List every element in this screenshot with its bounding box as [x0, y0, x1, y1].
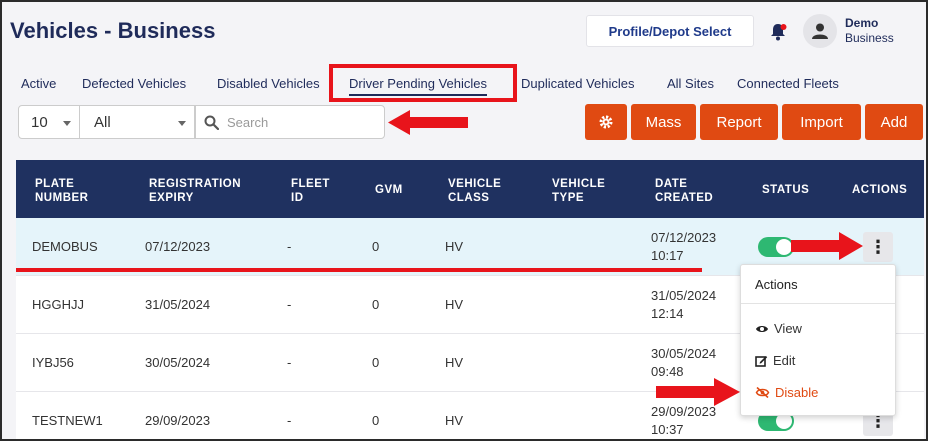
search-input[interactable] [227, 114, 377, 130]
edit-icon [755, 356, 768, 367]
gvm: 0 [372, 413, 380, 428]
user-icon [812, 23, 828, 39]
registration-expiry: 29/09/2023 [145, 413, 211, 428]
col-plate-number[interactable]: PLATE NUMBER [35, 177, 88, 205]
time-created: 10:17 [651, 248, 684, 263]
actions-dropdown: Actions View Edit Disable [740, 264, 896, 416]
annotation-arrow-actions [791, 232, 863, 260]
avatar[interactable] [803, 14, 837, 48]
col-vehicle-class[interactable]: VEHICLE CLASS [448, 177, 501, 205]
tab-active[interactable]: Active [21, 76, 56, 91]
page-title: Vehicles - Business [10, 18, 216, 43]
page-size-value: 10 [31, 113, 48, 131]
col-registration-expiry[interactable]: REGISTRATION EXPIRY [149, 177, 241, 205]
report-button[interactable]: Report [700, 104, 778, 140]
annotation-tab-highlight [329, 64, 517, 102]
annotation-arrow-disable [656, 378, 740, 406]
eye-slash-icon [755, 387, 770, 398]
tab-defected-vehicles[interactable]: Defected Vehicles [82, 76, 186, 91]
date-created: 29/09/2023 [651, 404, 717, 419]
plate-number: IYBJ56 [32, 355, 74, 370]
page-size-select[interactable]: 10 [18, 105, 80, 139]
caret-down-icon [63, 121, 71, 126]
time-created: 10:37 [651, 422, 684, 437]
table-header: PLATE NUMBER REGISTRATION EXPIRY FLEET ID G… [16, 160, 924, 218]
tab-all-sites[interactable]: All Sites [667, 76, 714, 91]
col-gvm[interactable]: GVM [375, 183, 403, 197]
actions-menu-button[interactable]: ⋮ [863, 232, 893, 262]
vehicle-class: HV [445, 413, 464, 428]
profile-depot-select-button[interactable]: Profile/Depot Select [586, 15, 754, 47]
caret-down-icon [178, 121, 186, 126]
settings-button[interactable] [585, 104, 627, 140]
gvm: 0 [372, 297, 380, 312]
time-created: 09:48 [651, 364, 684, 379]
plate-number: DEMOBUS [32, 239, 98, 254]
fleet-id: - [287, 413, 292, 428]
registration-expiry: 31/05/2024 [145, 297, 211, 312]
menu-item-disable[interactable]: Disable [755, 385, 818, 400]
registration-expiry: 07/12/2023 [145, 239, 211, 254]
filter-value: All [94, 113, 111, 131]
plate-number: TESTNEW1 [32, 413, 103, 428]
mass-button[interactable]: Mass [631, 104, 696, 140]
vehicle-class: HV [445, 239, 464, 254]
menu-item-view[interactable]: View [755, 321, 802, 336]
eye-icon [756, 325, 768, 332]
annotation-arrow-search [388, 110, 468, 135]
search-box[interactable] [195, 105, 385, 139]
app-window: Vehicles - Business Profile/Depot Select… [0, 0, 928, 441]
add-button[interactable]: Add [865, 104, 923, 140]
tab-disabled-vehicles[interactable]: Disabled Vehicles [217, 76, 320, 91]
menu-item-edit[interactable]: Edit [755, 353, 795, 368]
plate-number: HGGHJJ [32, 297, 84, 312]
vehicle-class: HV [445, 355, 464, 370]
col-fleet-id[interactable]: FLEET ID [291, 177, 330, 205]
fleet-id: - [287, 297, 292, 312]
gvm: 0 [372, 355, 380, 370]
date-created: 31/05/2024 [651, 288, 717, 303]
time-created: 12:14 [651, 306, 684, 321]
date-created: 30/05/2024 [651, 346, 717, 361]
user-name: Demo [845, 16, 879, 30]
divider [741, 303, 895, 304]
col-date-created[interactable]: DATE CREATED [655, 177, 713, 205]
col-status: STATUS [762, 184, 810, 196]
col-vehicle-type[interactable]: VEHICLE TYPE [552, 177, 605, 205]
search-icon [204, 115, 219, 130]
filter-select[interactable]: All [80, 105, 195, 139]
bell-icon[interactable] [768, 22, 788, 42]
col-actions: ACTIONS [852, 184, 908, 196]
annotation-underline [16, 268, 702, 272]
registration-expiry: 30/05/2024 [145, 355, 211, 370]
vehicle-class: HV [445, 297, 464, 312]
gvm: 0 [372, 239, 380, 254]
more-vertical-icon: ⋮ [869, 236, 887, 257]
fleet-id: - [287, 239, 292, 254]
tab-duplicated-vehicles[interactable]: Duplicated Vehicles [521, 76, 634, 91]
actions-dropdown-title: Actions [755, 277, 798, 292]
status-toggle[interactable] [758, 237, 794, 257]
tab-connected-fleets[interactable]: Connected Fleets [737, 76, 839, 91]
fleet-id: - [287, 355, 292, 370]
import-button[interactable]: Import [782, 104, 861, 140]
date-created: 07/12/2023 [651, 230, 717, 245]
gear-icon [599, 115, 613, 129]
user-role: Business [845, 31, 894, 45]
